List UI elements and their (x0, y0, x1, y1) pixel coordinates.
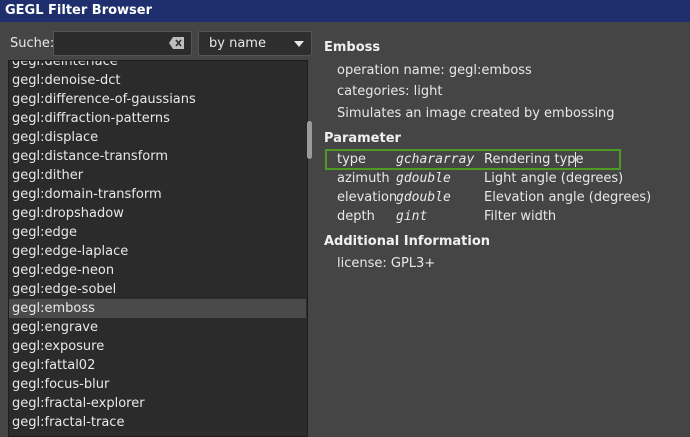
categories: categories: light (337, 84, 443, 99)
sort-selected-label: by name (209, 36, 266, 51)
filter-description: Simulates an image created by embossing (337, 106, 615, 121)
list-item[interactable]: gegl:edge (9, 223, 306, 242)
list-item[interactable]: gegl:distance-transform (9, 147, 306, 166)
filter-title: Emboss (324, 40, 381, 55)
parameter-type: gdouble (396, 190, 451, 205)
parameter-type: gint (396, 209, 428, 224)
parameter-type: gdouble (396, 171, 451, 186)
list-item[interactable]: gegl:fattal02 (9, 356, 306, 375)
window-title: GEGL Filter Browser (0, 0, 690, 22)
list-scrollbar[interactable] (304, 60, 314, 437)
list-item[interactable]: gegl:denoise-dct (9, 71, 306, 90)
parameter-heading: Parameter (324, 131, 401, 146)
list-item[interactable]: gegl:emboss (9, 299, 306, 318)
list-item[interactable]: gegl:diffraction-patterns (9, 109, 306, 128)
parameter-description: Elevation angle (degrees) (484, 190, 652, 205)
additional-info-heading: Additional Information (324, 234, 491, 249)
list-item[interactable]: gegl:fractal-explorer (9, 394, 306, 413)
list-item[interactable]: gegl:displace (9, 128, 306, 147)
parameter-description: Filter width (484, 209, 557, 224)
clear-icon[interactable] (169, 36, 185, 50)
scroll-thumb[interactable] (307, 121, 312, 159)
list-item[interactable]: gegl:focus-blur (9, 375, 306, 394)
chevron-down-icon (294, 41, 304, 47)
list-item[interactable]: gegl:engrave (9, 318, 306, 337)
parameter-description: Light angle (degrees) (484, 171, 624, 186)
list-item[interactable]: gegl:dither (9, 166, 306, 185)
list-item[interactable]: gegl:difference-of-gaussians (9, 90, 306, 109)
list-item[interactable]: gegl:domain-transform (9, 185, 306, 204)
list-item[interactable]: gegl:fractal-trace (9, 413, 306, 432)
parameter-name: depth (337, 209, 375, 224)
parameter-row: depth gint Filter width (324, 209, 684, 227)
list-item[interactable]: gegl:edge-sobel (9, 280, 306, 299)
list-item[interactable]: gegl:edge-neon (9, 261, 306, 280)
list-item[interactable]: gegl:deinterlace (9, 61, 306, 71)
filter-list[interactable]: gegl:deinterlace gegl:denoise-dct gegl:dif… (8, 60, 308, 437)
parameter-row: elevation gdouble Elevation angle (degrees… (324, 190, 684, 208)
text-cursor (575, 152, 576, 167)
list-item[interactable]: gegl:edge-laplace (9, 242, 306, 261)
sort-select[interactable]: by name (198, 31, 312, 56)
operation-name: operation name: gegl:emboss (337, 63, 532, 78)
parameter-highlight-box (325, 149, 621, 170)
parameter-name: azimuth (337, 171, 390, 186)
license: license: GPL3+ (337, 256, 436, 271)
parameter-row: azimuth gdouble Light angle (degrees) (324, 171, 684, 189)
search-label: Suche: (10, 36, 55, 51)
list-item[interactable]: gegl:dropshadow (9, 204, 306, 223)
parameter-name: elevation (337, 190, 398, 205)
list-item[interactable]: gegl:exposure (9, 337, 306, 356)
